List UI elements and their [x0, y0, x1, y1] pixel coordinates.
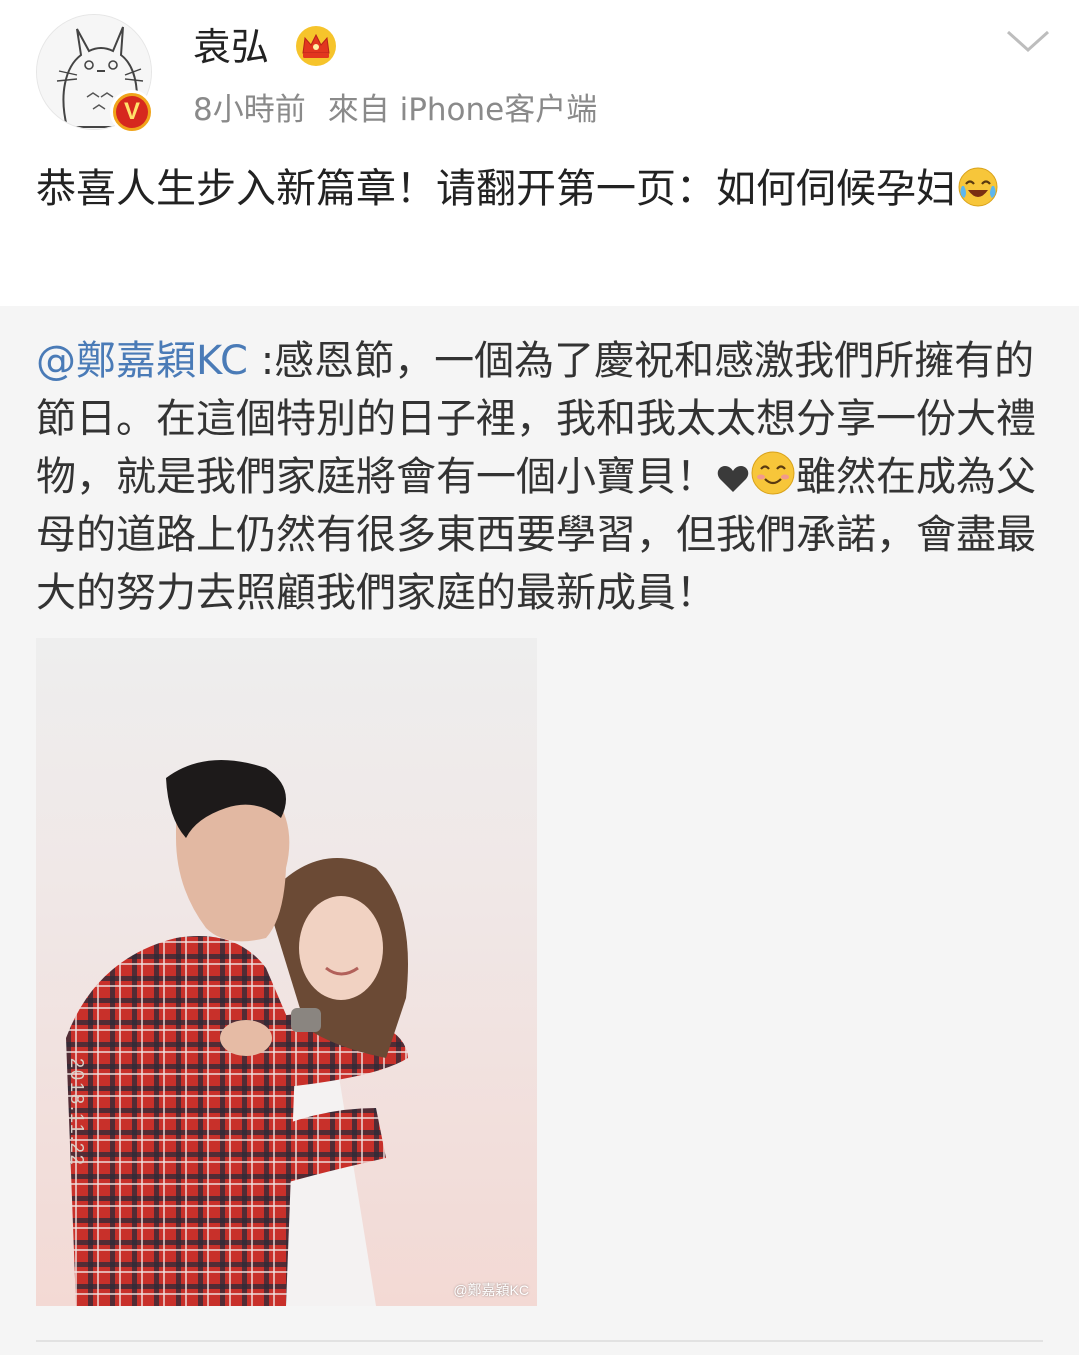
mention-link[interactable]: @鄭嘉穎KC	[36, 338, 248, 384]
reposted-content[interactable]: @鄭嘉穎KC :感恩節，一個為了慶祝和感激我們所擁有的節日。在這個特別的日子裡，…	[0, 306, 1079, 1355]
post-time: 8小時前	[193, 92, 306, 128]
smiling-face-emoji-icon	[751, 451, 795, 495]
username[interactable]: 袁弘	[193, 22, 269, 72]
laughing-tears-emoji-icon	[958, 167, 998, 207]
photo-watermark: @鄭嘉穎KC	[453, 1282, 529, 1298]
verified-v-icon: V	[116, 96, 148, 128]
vip-crown-icon[interactable]	[294, 24, 338, 68]
post-body: 恭喜人生步入新篇章！请翻开第一页：如何伺候孕妇	[36, 160, 1046, 218]
bottom-divider	[36, 1340, 1043, 1342]
couple-photo-illustration	[66, 760, 408, 1306]
post-photo[interactable]: 2018.11.22 @鄭嘉穎KC	[36, 638, 537, 1306]
chevron-down-icon[interactable]	[1004, 26, 1052, 56]
verified-badge: V	[110, 90, 154, 134]
post-source[interactable]: 來自 iPhone客户端	[328, 92, 598, 128]
black-heart-icon	[717, 466, 749, 492]
post-meta: 8小時前 來自 iPhone客户端	[193, 88, 597, 132]
photo-side-text: 2018.11.22	[67, 1058, 87, 1167]
post-text: 恭喜人生步入新篇章！请翻开第一页：如何伺候孕妇	[36, 166, 956, 212]
post-header: V 袁弘 8小時前 來自 iPhone客户端	[0, 0, 1079, 150]
repost-text: @鄭嘉穎KC :感恩節，一個為了慶祝和感激我們所擁有的節日。在這個特別的日子裡，…	[36, 332, 1051, 622]
